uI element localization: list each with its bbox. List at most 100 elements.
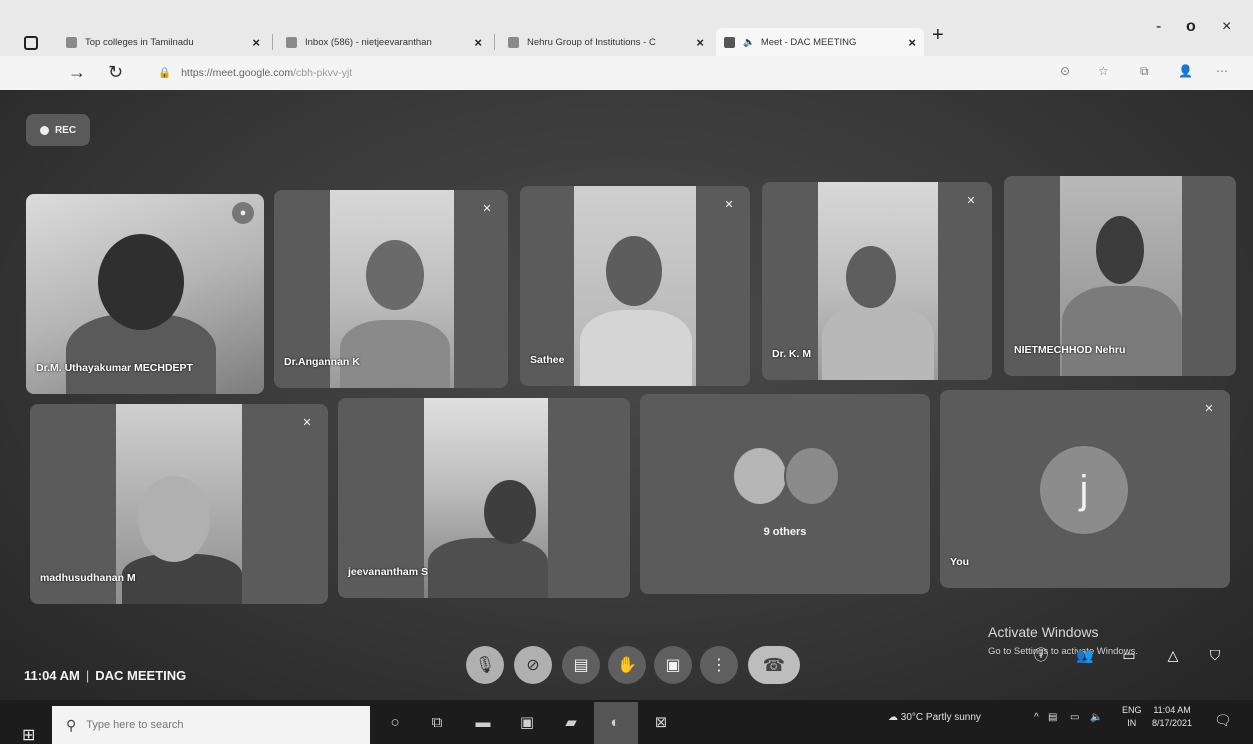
tab-meet[interactable]: 🔈 Meet - DAC MEETING × [716,28,924,56]
others-count: 9 others [763,526,807,538]
participant-tile[interactable]: ✕ Dr. K. M [762,182,992,380]
tab-top-colleges[interactable]: Top colleges in Tamilnadu × [58,28,268,56]
participant-tile[interactable]: ● Dr.M. Uthayakumar MECHDEPT [26,194,264,394]
profile-icon[interactable]: 👤 [1178,64,1193,78]
participant-body [122,554,242,604]
activate-windows-title: Activate Windows [988,624,1099,640]
camera-off-icon: ⊘ [526,657,540,674]
tab-divider [494,34,495,50]
speaking-indicator-icon: ● [232,202,254,224]
participant-name: Dr. K. M [772,348,812,360]
cortana-icon[interactable]: ○ [384,712,406,734]
participant-head [484,480,536,544]
close-tab-icon[interactable]: × [908,35,916,50]
close-tab-icon[interactable]: × [252,35,260,50]
search-icon: ⚲ [66,716,77,733]
tab-nehru-group[interactable]: Nehru Group of Institutions - C × [500,28,712,56]
taskbar-clock[interactable]: 11:04 AM 8/17/2021 [1152,704,1192,730]
captions-icon: ▤ [573,657,589,674]
notifications-icon[interactable]: 🗨 [1214,712,1232,729]
favicon-icon [66,36,77,48]
participant-head [846,246,896,308]
folder-icon[interactable]: ▰ [560,712,582,734]
volume-icon[interactable]: 🔈 [1090,712,1102,723]
participant-tile[interactable]: ✕ Sathee [520,186,750,386]
explorer-icon[interactable]: ▬ [472,712,494,734]
refresh-icon[interactable]: ↻ [108,62,123,83]
participant-name: NIETMECHHOD Nehru [1014,344,1126,356]
present-icon: ▣ [665,657,681,674]
more-options-button[interactable]: ⋮ [700,646,738,684]
mic-off-icon: ✕ [302,417,312,429]
others-tile[interactable]: 9 others [640,394,930,594]
weather-widget[interactable]: ☁ 30°C Partly sunny [888,712,981,723]
participant-body [1062,286,1182,376]
gmail-favicon-icon [286,36,297,48]
lock-icon: 🔒 [158,67,172,79]
more-icon: ⋮ [711,657,727,674]
info-icon[interactable]: ⓘ [1030,644,1052,666]
maximize-button[interactable]: o [1186,18,1196,36]
hand-icon: ✋ [617,657,637,674]
participant-body [822,306,934,380]
tab-inbox[interactable]: Inbox (586) - nietjeevaranthan × [278,28,490,56]
close-window-button[interactable]: × [1222,18,1231,36]
close-tab-icon[interactable]: × [474,35,482,50]
tab-actions-icon[interactable] [24,36,38,50]
cloud-icon: ☁ [888,712,901,723]
self-tile[interactable]: j ✕ You [940,390,1230,588]
participant-tile[interactable]: ✕ madhusudhanan M [30,404,328,604]
participant-body [428,538,548,598]
people-icon[interactable]: 👥 [1074,644,1096,666]
mic-off-icon: ✕ [1204,403,1214,415]
collections-icon[interactable]: ⧉ [1140,64,1149,79]
participant-name: You [950,556,970,568]
recording-badge[interactable]: REC [26,114,90,146]
raise-hand-button[interactable]: ✋ [608,646,646,684]
participant-tile[interactable]: jeevanantham S [338,398,630,598]
participant-head [606,236,662,306]
avatar: j [1040,446,1128,534]
participant-body [340,320,450,388]
captions-button[interactable]: ▤ [562,646,600,684]
language-indicator[interactable]: ENG IN [1122,704,1142,730]
phone-end-icon: ☎ [762,654,786,675]
menu-more-icon[interactable]: ⋯ [1216,64,1228,78]
excel-icon[interactable]: ⊠ [650,712,672,734]
participant-head [366,240,424,310]
mic-toggle-button[interactable]: 🎙 [466,646,504,684]
host-controls-icon[interactable]: ⛉ [1204,644,1226,666]
edge-browser-icon[interactable]: ◐ [604,712,626,734]
tray-chevron-icon[interactable]: ^ [1034,712,1039,723]
participant-name: Sathee [530,354,565,366]
network-icon[interactable]: ▤ [1048,712,1057,723]
end-call-button[interactable]: ☎ [748,646,800,684]
taskbar-search-input[interactable]: ⚲ Type here to search [52,706,370,744]
participant-name: Dr.Angannan K [284,356,360,368]
participant-head [98,234,184,330]
participant-head [1096,216,1144,284]
new-tab-button[interactable]: + [932,24,944,47]
favorites-icon[interactable]: ☆ [1098,64,1109,78]
participant-name: Dr.M. Uthayakumar MECHDEPT [36,362,193,374]
screen: Top colleges in Tamilnadu × Inbox (586) … [0,0,1253,744]
close-tab-icon[interactable]: × [696,35,704,50]
task-view-icon[interactable]: ⧉ [426,712,448,734]
windows-start-icon[interactable]: ⊞ [22,725,35,744]
meeting-info: 11:04 AM | DAC MEETING [24,668,187,683]
present-button[interactable]: ▣ [654,646,692,684]
chat-icon[interactable]: ▭ [1118,644,1140,666]
participant-tile[interactable]: ✕ Dr.Angannan K [274,190,508,388]
meet-favicon-icon [724,36,735,48]
store-icon[interactable]: ▣ [516,712,538,734]
reader-icon[interactable]: ⊙ [1060,64,1070,78]
minimize-button[interactable]: - [1156,18,1161,36]
forward-arrow-icon[interactable]: → [68,62,86,83]
other-participant-avatar [784,446,840,506]
participant-tile[interactable]: NIETMECHHOD Nehru [1004,176,1236,376]
camera-toggle-button[interactable]: ⊘ [514,646,552,684]
url-field[interactable]: 🔒 https://meet.google.com/cbh-pkvv-yjt [158,66,352,79]
activities-icon[interactable]: △ [1162,644,1184,666]
display-icon[interactable]: ▭ [1070,712,1079,723]
participant-name: madhusudhanan M [40,572,136,584]
